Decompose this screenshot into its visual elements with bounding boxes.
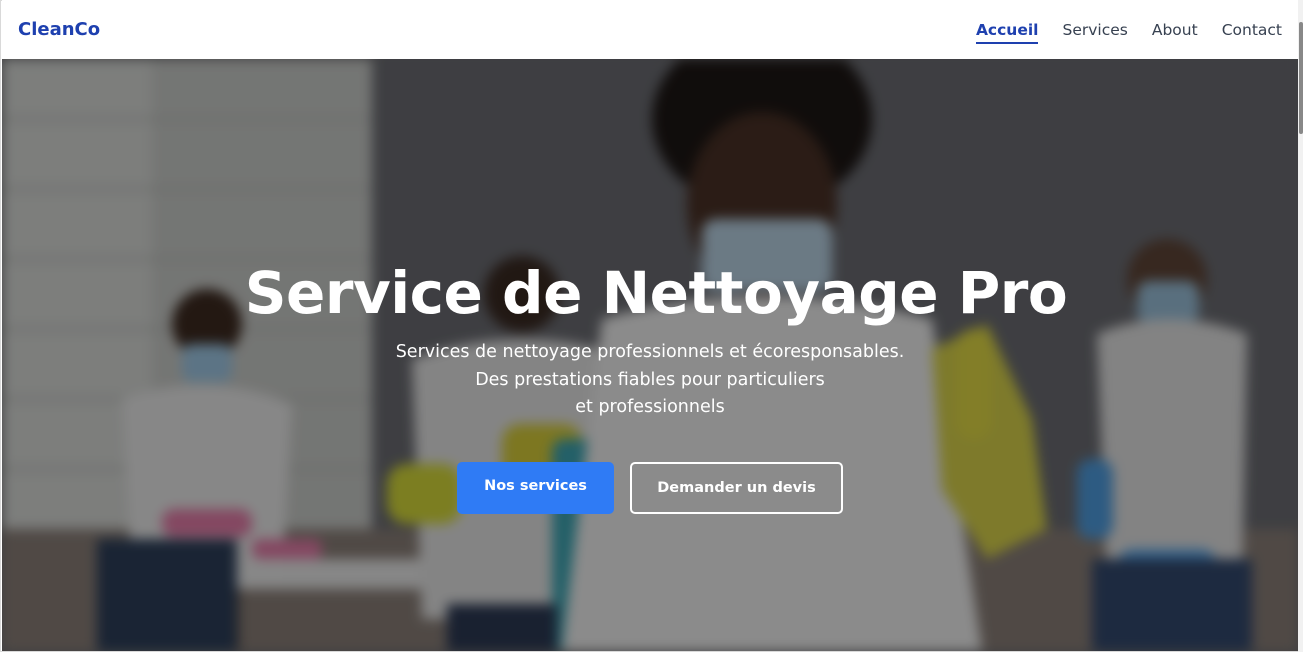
- hero-subtitle-line-1: Services de nettoyage professionnels et …: [395, 342, 905, 362]
- brand-logo[interactable]: CleanCo: [18, 19, 100, 40]
- hero-content: Service de Nettoyage Pro Services de net…: [2, 257, 1298, 514]
- scrollbar-thumb[interactable]: [1299, 22, 1303, 134]
- nav-link-accueil[interactable]: Accueil: [975, 13, 1038, 46]
- nav-link-contact[interactable]: Contact: [1222, 13, 1282, 46]
- hero-title: Service de Nettoyage Pro: [244, 259, 1068, 327]
- navbar: CleanCo Accueil Services About Contact: [2, 0, 1298, 59]
- hero-actions: Nos services Demander un devis: [457, 461, 843, 514]
- hero-subtitle-line-2: Des prestations fiables pour particulier…: [475, 369, 825, 390]
- nav-link-services[interactable]: Services: [1062, 13, 1127, 46]
- hero-subtitle-line-3: et professionnels: [575, 397, 725, 417]
- hero-subtitle: Services de nettoyage professionnels et …: [396, 339, 905, 422]
- page-scrollbar[interactable]: [1298, 0, 1303, 652]
- nos-services-button[interactable]: Nos services: [457, 461, 614, 514]
- demander-devis-button[interactable]: Demander un devis: [630, 461, 843, 514]
- hero-section: Service de Nettoyage Pro Services de net…: [2, 59, 1298, 651]
- nav-link-about[interactable]: About: [1152, 13, 1198, 46]
- main-navigation: Accueil Services About Contact: [975, 0, 1282, 59]
